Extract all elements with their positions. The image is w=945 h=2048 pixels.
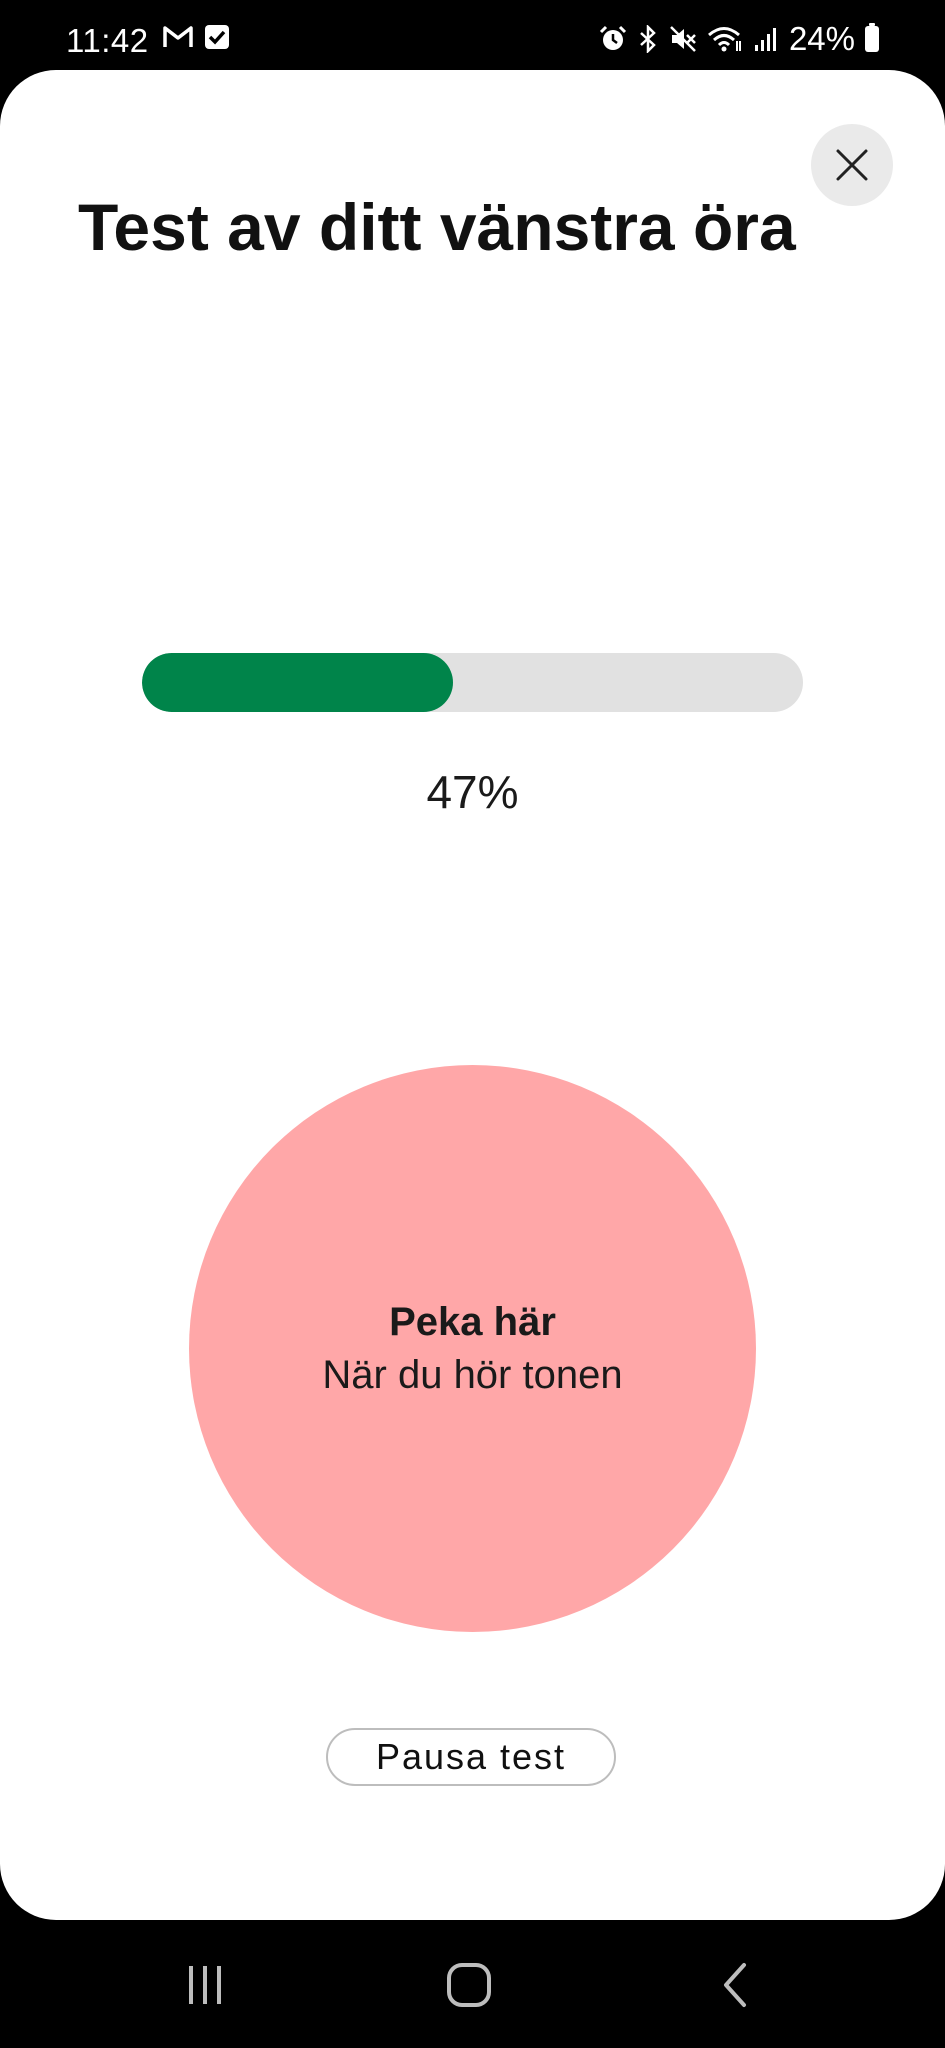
progress-fill [142, 653, 453, 712]
battery-icon [865, 23, 879, 52]
bluetooth-icon [637, 25, 659, 53]
home-icon [446, 1962, 492, 2008]
tap-button-subtitle: När du hör tonen [322, 1352, 623, 1397]
navigation-bar [0, 1920, 945, 2048]
mute-icon [669, 25, 697, 53]
status-bar: 11:42 24% [0, 0, 945, 70]
gmail-icon [162, 24, 194, 50]
alarm-icon [599, 25, 627, 53]
test-sheet [0, 70, 945, 1920]
recent-apps-button[interactable] [165, 1950, 245, 2020]
tap-button[interactable]: Peka här När du hör tonen [189, 1065, 756, 1632]
signal-icon [753, 25, 779, 53]
pause-test-button[interactable]: Pausa test [326, 1728, 616, 1786]
tap-button-title: Peka här [389, 1299, 556, 1344]
page-title: Test av ditt vänstra öra [78, 190, 796, 264]
wifi-icon [707, 25, 743, 53]
status-time: 11:42 [66, 22, 149, 59]
screen: 11:42 24% Test av ditt vänstra öra 47% P… [0, 0, 945, 2048]
status-system-icons: 24% [599, 20, 879, 58]
status-notification-icons [162, 24, 230, 50]
recent-apps-icon [185, 1964, 225, 2006]
progress-percentage: 47% [426, 766, 519, 818]
back-icon [720, 1962, 750, 2008]
progress-bar [142, 653, 803, 712]
battery-percentage: 24% [788, 20, 855, 57]
close-icon [835, 148, 869, 182]
home-button[interactable] [429, 1950, 509, 2020]
checkbox-icon [204, 24, 230, 50]
back-button[interactable] [695, 1950, 775, 2020]
